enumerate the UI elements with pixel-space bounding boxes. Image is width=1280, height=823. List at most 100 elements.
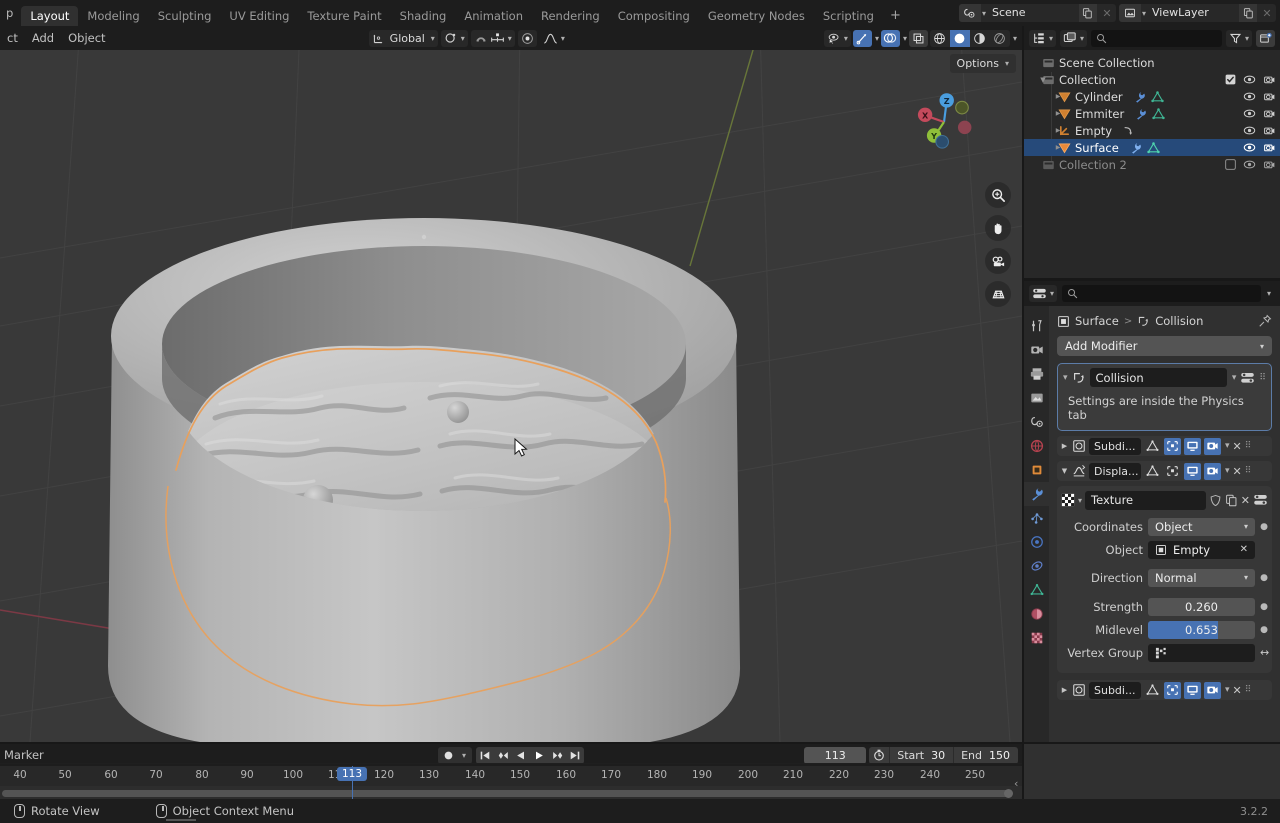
viewlayer-selector[interactable]: ▾ ViewLayer ✕ — [1118, 4, 1276, 22]
timeline-marker-menu[interactable]: Marker — [0, 748, 44, 762]
mesh-data-icon[interactable] — [1147, 141, 1160, 154]
snapping-controls[interactable]: ▾ — [470, 29, 515, 47]
tab-scene[interactable] — [1024, 410, 1049, 434]
camera-render-icon[interactable] — [1263, 125, 1276, 136]
timeline-editor[interactable]: Marker ▾ 113 Start 30 End 150 40 50 60 7… — [0, 744, 1022, 799]
modifier-row-displace[interactable]: ▼ Displa... ▾ ✕ ⠿ — [1057, 461, 1272, 481]
modifier-drag-handle[interactable]: ⠿ — [1245, 466, 1252, 476]
modifier-toggle-edit-mode-on-cage[interactable] — [1144, 682, 1161, 699]
modifier-name-subdivision-2[interactable]: Subdi... — [1089, 681, 1141, 699]
wrench-icon[interactable] — [1133, 91, 1146, 103]
checkbox-icon[interactable] — [1225, 159, 1236, 170]
eye-icon[interactable] — [1243, 108, 1256, 119]
disclosure-triangle-right-icon[interactable]: ▶ — [1060, 686, 1069, 694]
zoom-icon[interactable] — [985, 182, 1011, 208]
properties-search-input[interactable] — [1062, 285, 1261, 302]
properties-editor-type[interactable]: ▾ — [1029, 285, 1058, 302]
tab-constraints[interactable] — [1024, 554, 1049, 578]
workspace-tab-scripting[interactable]: Scripting — [814, 6, 883, 26]
outliner-filter-button[interactable]: ▾ — [1225, 29, 1252, 47]
modifier-drag-handle[interactable]: ⠿ — [1259, 373, 1267, 383]
chevron-down-icon[interactable]: ▾ — [458, 751, 470, 760]
outliner-row-cylinder[interactable]: ▶ Cylinder — [1024, 88, 1280, 105]
play-icon[interactable] — [530, 747, 548, 764]
modifier-extras-button[interactable] — [1240, 371, 1255, 385]
navigation-gizmo[interactable]: Z X Y — [908, 86, 980, 158]
previous-keyframe-icon[interactable] — [494, 747, 512, 764]
eye-icon[interactable] — [1243, 142, 1256, 153]
vertex-group-field[interactable] — [1148, 643, 1255, 662]
3d-viewport[interactable]: ct Add Object Global ▾ ▾ ▾ ▾ ▾ ▾ ▾ ▾ Opt… — [0, 26, 1022, 742]
tab-world[interactable] — [1024, 434, 1049, 458]
tab-physics[interactable] — [1024, 530, 1049, 554]
constraint-icon[interactable] — [1122, 125, 1135, 137]
modifier-extras-chevron-icon[interactable]: ▾ — [1232, 373, 1237, 383]
delete-viewlayer-button[interactable]: ✕ — [1258, 4, 1276, 22]
disclosure-triangle-right-icon[interactable]: ▶ — [1060, 442, 1069, 450]
outliner-row-surface[interactable]: ▶ Surface — [1024, 139, 1280, 156]
modifier-name-displace[interactable]: Displa... — [1089, 462, 1141, 480]
viewport-options-button[interactable]: Options ▾ — [949, 54, 1016, 73]
outliner-search-input[interactable] — [1091, 29, 1222, 47]
outliner-filter-id[interactable]: ▾ — [1060, 29, 1088, 47]
modifier-toggle-realtime[interactable] — [1184, 437, 1201, 455]
workspace-tab-modeling[interactable]: Modeling — [78, 6, 148, 26]
eye-icon[interactable] — [1243, 125, 1256, 136]
xray-toggle[interactable] — [908, 29, 928, 47]
modifier-toggle-edit-mode-on-cage[interactable] — [1144, 463, 1161, 480]
workspace-tab-layout[interactable]: Layout — [21, 6, 79, 26]
new-scene-button[interactable] — [1078, 4, 1097, 22]
modifier-toggle-edit-mode[interactable] — [1164, 437, 1181, 455]
disclosure-triangle-down-icon[interactable]: ▼ — [1037, 76, 1049, 84]
wrench-icon[interactable] — [1129, 142, 1142, 154]
workspace-tab-compositing[interactable]: Compositing — [609, 6, 699, 26]
shading-rendered[interactable] — [990, 30, 1010, 47]
timeline-ruler[interactable]: 40 50 60 70 80 90 100 110 120 130 140 15… — [0, 766, 1022, 786]
eye-icon[interactable] — [1243, 74, 1256, 85]
animate-property-dot[interactable]: ● — [1260, 625, 1268, 635]
viewport-menu-select[interactable]: ct — [0, 31, 25, 45]
midlevel-slider[interactable]: 0.653 — [1148, 620, 1255, 639]
eye-icon[interactable] — [1243, 159, 1256, 170]
viewport-menu-add[interactable]: Add — [25, 31, 61, 45]
checkbox-icon[interactable] — [1225, 74, 1236, 85]
breadcrumb-object[interactable]: Surface — [1075, 314, 1119, 328]
shading-material-preview[interactable] — [970, 30, 990, 47]
grid-icon[interactable] — [985, 281, 1011, 307]
scrollbar-handle[interactable] — [1004, 789, 1013, 798]
add-modifier-button[interactable]: Add Modifier ▾ — [1057, 336, 1272, 356]
pin-icon[interactable] — [1258, 314, 1272, 328]
texture-browse-button[interactable]: ▾ — [1061, 493, 1082, 507]
modifier-panel-collision[interactable]: ▾ Collision ▾ ⠿ Settings are inside the … — [1057, 363, 1272, 431]
viewport-menu-object[interactable]: Object — [61, 31, 112, 45]
tab-material[interactable] — [1024, 602, 1049, 626]
transform-orientation-selector[interactable]: Global ▾ — [368, 29, 438, 47]
pivot-point-selector[interactable]: ▾ — [440, 29, 468, 47]
modifier-toggle-edit-mode[interactable] — [1164, 681, 1181, 699]
texture-fake-user-button[interactable] — [1209, 494, 1222, 507]
tab-render[interactable] — [1024, 338, 1049, 362]
disclosure-triangle-down-icon[interactable]: ▼ — [1060, 467, 1069, 475]
camera-icon[interactable] — [985, 248, 1011, 274]
properties-editor[interactable]: ▾ ▾ Surface > Collision Add Modifier ▾ ▾… — [1024, 281, 1280, 742]
outliner-row-emmiter[interactable]: ▶ Emmiter — [1024, 105, 1280, 122]
camera-render-icon[interactable] — [1263, 108, 1276, 119]
disclosure-triangle-right-icon[interactable]: ▶ — [1052, 110, 1064, 117]
modifier-name-collision[interactable]: Collision — [1089, 368, 1227, 387]
outliner-row-collection[interactable]: ▼ Collection — [1024, 71, 1280, 88]
modifier-name-subdivision-1[interactable]: Subdi... — [1089, 437, 1141, 455]
end-frame-value[interactable]: 150 — [987, 747, 1018, 764]
disclosure-triangle-right-icon[interactable]: ▶ — [1052, 144, 1064, 151]
outliner-display-mode[interactable]: ▾ — [1029, 29, 1057, 47]
proportional-editing-toggle[interactable] — [517, 29, 537, 47]
workspace-tab-rendering[interactable]: Rendering — [532, 6, 609, 26]
modifier-toggle-edit-mode[interactable] — [1164, 463, 1181, 480]
invert-vertex-group-button[interactable]: ↔ — [1260, 646, 1269, 659]
texture-unlink-button[interactable]: ✕ — [1241, 494, 1250, 507]
workspace-tab-geometry-nodes[interactable]: Geometry Nodes — [699, 6, 814, 26]
modifier-extras-chevron-icon[interactable]: ▾ — [1225, 466, 1230, 476]
mesh-data-icon[interactable] — [1150, 90, 1164, 103]
disclosure-triangle-right-icon[interactable]: ▶ — [1052, 127, 1064, 134]
start-frame-value[interactable]: 30 — [929, 747, 953, 764]
next-keyframe-icon[interactable] — [548, 747, 566, 764]
